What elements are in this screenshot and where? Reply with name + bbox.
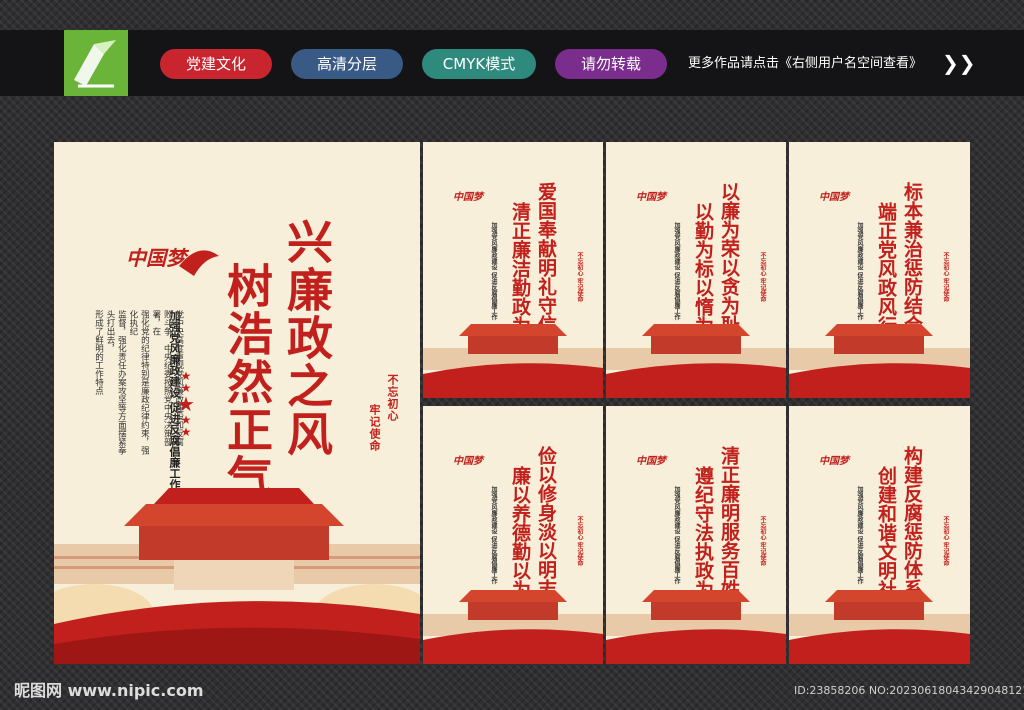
poster-seal: 不忘初心 牢记使命: [942, 252, 949, 303]
china-dream-brand: 中国梦: [636, 192, 666, 203]
poster-seal: 不忘初心 牢记使命: [759, 516, 766, 567]
main-title-line2: 树浩然正气: [220, 262, 274, 502]
poster-seal: 不忘初心 牢记使命: [759, 252, 766, 303]
poster-seal: 不忘初心 牢记使命: [942, 516, 949, 567]
poster-subtitle: 加强党风廉政建设 促进反腐倡廉工作: [490, 486, 497, 585]
small-poster-4: 中国梦 俭以修身淡以明志 廉以养德勤以为民 加强党风廉政建设 促进反腐倡廉工作 …: [423, 406, 603, 664]
brush-stroke-icon: [179, 250, 219, 276]
body-line: 监督，强化责任办案攻坚等方面摆紧拳头打出去，: [104, 310, 127, 455]
china-dream-brand: 中国梦: [636, 456, 666, 467]
small-poster-1: 中国梦 爱国奉献明礼守信 清正廉洁勤政为民 加强党风廉政建设 促进反腐倡廉工作 …: [423, 142, 603, 398]
stars-decoration: ★ ★ ★ ★ ★: [177, 369, 195, 439]
main-title-line1: 兴廉政之风: [280, 218, 334, 458]
main-body-text: 党中央高度重视党风廉政建设和反腐 败斗争，中央纪委按照党中央决策部署，在 强化党…: [92, 310, 183, 460]
tiananmen-scene: [423, 590, 603, 664]
small-poster-5: 中国梦 清正廉明服务百姓 遵纪守法执政为民 加强党风廉政建设 促进反腐倡廉工作 …: [606, 406, 786, 664]
site-watermark: 昵图网 www.nipic.com: [14, 681, 204, 700]
small-poster-3: 中国梦 标本兼治惩防结合 端正党风政风行风 加强党风廉政建设 促进反腐倡廉工作 …: [789, 142, 970, 398]
china-dream-brand: 中国梦: [453, 192, 483, 203]
poster-subtitle: 加强党风廉政建设 促进反腐倡廉工作: [673, 222, 680, 321]
tiananmen-scene: [54, 488, 420, 664]
china-dream-brand: 中国梦: [453, 456, 483, 467]
more-works-note[interactable]: 更多作品请点击《右侧用户名空间查看》: [688, 55, 922, 73]
poster-subtitle: 加强党风廉政建设 促进反腐倡廉工作: [856, 222, 863, 321]
tiananmen-scene: [423, 324, 603, 398]
china-dream-brand: 中国梦: [819, 456, 849, 467]
tiananmen-scene: [606, 590, 786, 664]
poster-subtitle: 加强党风廉政建设 促进反腐倡廉工作: [856, 486, 863, 585]
tiananmen-scene: [789, 324, 970, 398]
tag-hd-layers[interactable]: 高清分层: [291, 49, 403, 79]
poster-subtitle: 加强党风廉政建设 促进反腐倡廉工作: [673, 486, 680, 585]
poster-subtitle: 加强党风廉政建设 促进反腐倡廉工作: [490, 222, 497, 321]
body-line: 败斗争，中央纪委按照党中央决策部署，在: [150, 310, 173, 446]
site-logo: [64, 30, 128, 96]
main-poster: 中国梦 兴廉政之风 树浩然正气 加强党风廉政建设 促进反腐倡廉工作 党中央高度重…: [54, 142, 420, 664]
double-arrow-icon[interactable]: ❯❯: [942, 52, 976, 74]
china-dream-brand: 中国梦: [819, 192, 849, 203]
body-line: 强化党的纪律特别是廉政纪律约束，强化执纪: [127, 310, 150, 455]
seal-text-1: 不忘初心: [386, 374, 399, 422]
tag-no-repost[interactable]: 请勿转载: [555, 49, 667, 79]
small-poster-6: 中国梦 构建反腐惩防体系 创建和谐文明社会 加强党风廉政建设 促进反腐倡廉工作 …: [789, 406, 970, 664]
tiananmen-scene: [789, 590, 970, 664]
body-line: 形成了鲜明的工作特点: [93, 310, 104, 395]
tag-cmyk[interactable]: CMYK模式: [422, 49, 536, 79]
poster-seal: 不忘初心 牢记使命: [576, 516, 583, 567]
tag-party-culture[interactable]: 党建文化: [160, 49, 272, 79]
tiananmen-scene: [606, 324, 786, 398]
small-poster-2: 中国梦 以廉为荣以贪为耻 以勤为标以惰为戒 加强党风廉政建设 促进反腐倡廉工作 …: [606, 142, 786, 398]
poster-seal: 不忘初心 牢记使命: [576, 252, 583, 303]
image-id: ID:23858206 NO:20230618043429048121: [794, 684, 1024, 697]
seal-text-2: 牢记使命: [368, 404, 381, 452]
